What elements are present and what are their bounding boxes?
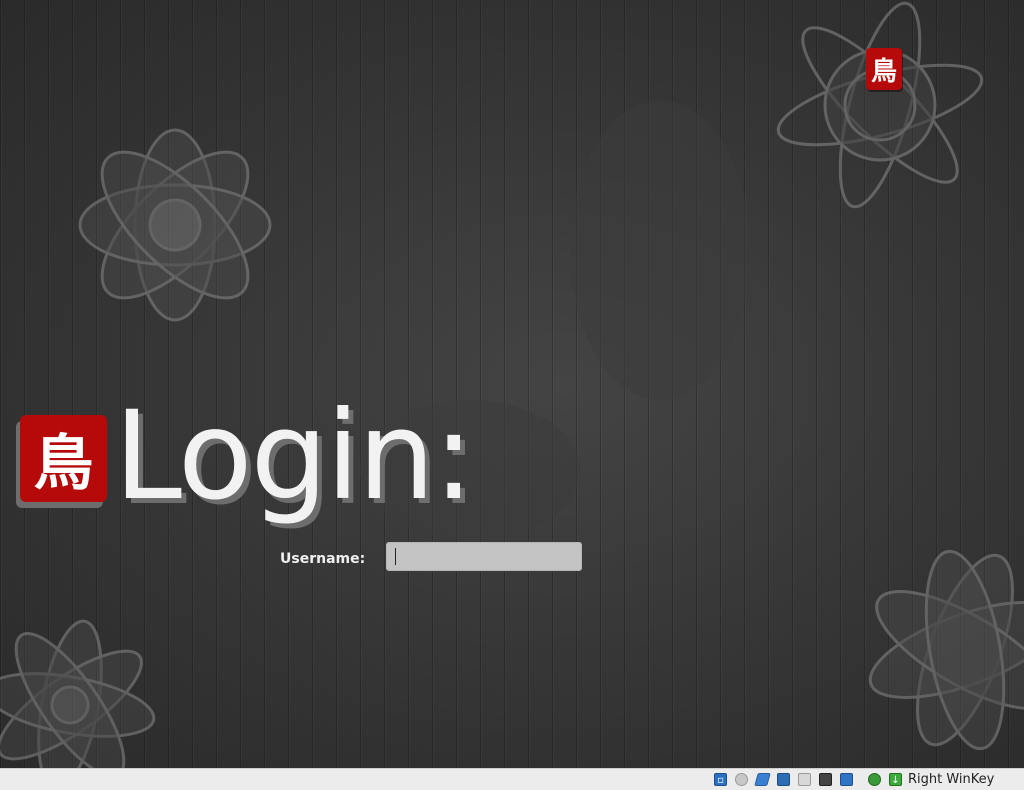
username-input[interactable] bbox=[386, 542, 582, 571]
bird-seal-logo-large: 鳥 bbox=[20, 415, 107, 502]
display-icon[interactable] bbox=[819, 773, 832, 786]
optical-drive-icon[interactable] bbox=[735, 773, 748, 786]
bird-seal-logo: 鳥 bbox=[866, 48, 902, 90]
shared-folder-icon[interactable] bbox=[798, 773, 811, 786]
vm-status-bar: ▫ ↓ Right WinKey bbox=[0, 768, 1024, 790]
usb-icon[interactable] bbox=[754, 773, 771, 786]
host-key-label: Right WinKey bbox=[908, 772, 995, 787]
network-icon[interactable] bbox=[777, 773, 790, 786]
video-capture-icon[interactable] bbox=[840, 773, 853, 786]
flower-background bbox=[0, 1, 1024, 768]
username-label: Username: bbox=[280, 551, 366, 567]
login-title: Login: bbox=[114, 385, 474, 527]
login-screen: 鳥 鳥 Login: Username: bbox=[0, 0, 1024, 768]
mouse-integration-icon[interactable]: ↓ bbox=[889, 773, 902, 786]
guest-additions-icon[interactable] bbox=[868, 773, 881, 786]
hard-disk-icon[interactable]: ▫ bbox=[714, 773, 727, 786]
text-caret bbox=[395, 548, 396, 565]
